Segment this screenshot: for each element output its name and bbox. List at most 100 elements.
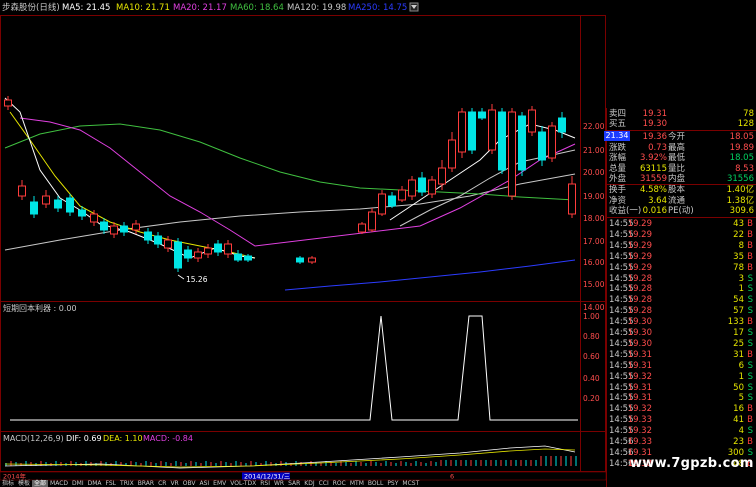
candle-body <box>18 185 26 197</box>
tick-price: 19.28 <box>627 284 652 295</box>
tick-price: 19.33 <box>627 437 652 447</box>
quote-value-2: 18.05 <box>729 153 754 163</box>
tick-price: 19.31 <box>627 382 652 393</box>
tick-volume: 1 <box>738 371 744 382</box>
tick-price: 19.31 <box>627 360 652 371</box>
indicator-tab-20[interactable]: ROC <box>331 480 348 487</box>
tick-price: 19.32 <box>627 426 652 437</box>
window-controls[interactable] <box>409 2 419 12</box>
ma60-label: MA60: 18.64 <box>230 3 284 13</box>
tick-price: 19.31 <box>627 349 652 360</box>
tick-volume: 43 <box>733 219 744 229</box>
candle-body <box>30 201 38 215</box>
macd-dif: DIF: 0.69 <box>66 434 102 443</box>
indicator-tab-18[interactable]: KDJ <box>302 480 316 487</box>
tick-row: 14:56 19.33 23 B <box>606 437 756 448</box>
macd-value: MACD: -0.84 <box>143 434 193 443</box>
quote-label: 总量 <box>609 163 627 174</box>
tick-volume: 8 <box>738 240 744 251</box>
price-axis-label: 19.00 <box>583 192 605 201</box>
ma10-label: MA10: 21.71 <box>116 3 170 13</box>
tick-side: B <box>747 437 753 447</box>
panel-frames <box>0 15 606 472</box>
tick-side: B <box>747 219 753 229</box>
tick-price: 19.29 <box>627 240 652 251</box>
quote-row: 涨幅 3.92% 最低 18.05 <box>606 153 756 164</box>
indicator-tab-8[interactable]: BRAR <box>136 480 156 487</box>
quote-value-2: 309.6 <box>729 206 754 216</box>
indicator-tab-12[interactable]: ASI <box>197 480 211 487</box>
indicator-tab-24[interactable]: MCST <box>400 480 421 487</box>
quote-value: 19.30 <box>642 119 667 129</box>
quote-label: 收益(一) <box>609 206 642 216</box>
quote-value: 4.58% <box>639 185 667 195</box>
tick-volume: 31 <box>733 349 744 360</box>
tick-row: 14:55 19.29 43 B <box>606 219 756 230</box>
price-axis-label: 16.00 <box>583 258 605 267</box>
indicator-tab-22[interactable]: BOLL <box>366 480 385 487</box>
tick-price: 19.31 <box>627 393 652 404</box>
tick-volume: 78 <box>733 262 744 273</box>
indicator1-line <box>10 315 578 421</box>
candle-body <box>110 225 118 235</box>
tick-price: 19.29 <box>627 251 652 262</box>
candle-body <box>528 109 536 133</box>
candle-body <box>214 243 222 253</box>
tick-price: 19.32 <box>627 371 652 382</box>
tick-price: 19.30 <box>627 338 652 349</box>
quote-panel: 卖四19.3178买五19.30128现价19.36今开18.05涨跌0.73最… <box>606 0 756 487</box>
candle-body <box>558 117 566 133</box>
indicator-tab-15[interactable]: RSI <box>258 480 272 487</box>
low-marker-pointer <box>177 274 185 280</box>
quote-row: 收益(一) 0.016 PE(动) 309.6 <box>606 206 756 217</box>
tick-side: S <box>747 338 753 349</box>
quote-value: 3.92% <box>639 153 667 163</box>
macd-dea: DEA: 1.10 <box>103 434 143 443</box>
indicator-tab-9[interactable]: CR <box>156 480 168 487</box>
tick-side: S <box>747 426 753 437</box>
candle-body <box>78 209 86 217</box>
quote-label-2: 内盘 <box>668 174 686 184</box>
quote-label-2: 今开 <box>668 132 686 142</box>
kline-chart[interactable]: 步森股份(日线) MA5: 21.45 MA10: 21.71 MA20: 21… <box>0 0 606 487</box>
indicator-tab-10[interactable]: VR <box>168 480 180 487</box>
tick-side: S <box>747 360 753 371</box>
indicator-tab-0[interactable]: 指标 <box>0 480 16 487</box>
price-axis-label: 18.00 <box>583 214 605 223</box>
indicator-tab-11[interactable]: OBV <box>181 480 198 487</box>
tick-side: B <box>747 229 753 240</box>
indicator-tab-21[interactable]: MTM <box>348 480 366 487</box>
candle-body <box>224 243 232 255</box>
candle-body <box>498 111 506 171</box>
indicator-tab-5[interactable]: DMA <box>86 480 104 487</box>
candle-body <box>518 115 526 171</box>
indicator-tab-19[interactable]: CCI <box>317 480 331 487</box>
indicator-tab-23[interactable]: PSY <box>385 480 400 487</box>
tick-side: B <box>747 317 753 328</box>
indicator-tab-17[interactable]: SAR <box>286 480 302 487</box>
tick-row: 14:55 19.29 35 B <box>606 252 756 263</box>
indicator-tab-6[interactable]: FSL <box>104 480 119 487</box>
tick-row: 14:55 19.32 4 S <box>606 426 756 437</box>
indicator-tab-16[interactable]: WR <box>272 480 286 487</box>
candle-body <box>458 111 466 153</box>
indicator-tab-13[interactable]: EMV <box>211 480 228 487</box>
candle-body <box>194 251 202 259</box>
candle-body <box>54 199 62 209</box>
indicator-tab-7[interactable]: TRIX <box>118 480 136 487</box>
indicator-tab-2[interactable]: 全部 <box>32 480 49 487</box>
indicator-tab-14[interactable]: VOL-TDX <box>228 480 258 487</box>
price-axis-label: 14.00 <box>583 303 605 312</box>
indicator-tab-1[interactable]: 模板 <box>16 480 32 487</box>
quote-label: 换手 <box>609 185 627 195</box>
indicator-tab-4[interactable]: DMI <box>70 480 86 487</box>
tick-price: 19.28 <box>627 295 652 306</box>
indicator-tab-3[interactable]: MACD <box>48 480 70 487</box>
ma5-line <box>4 97 256 259</box>
tick-side: B <box>747 251 753 262</box>
candlesticks <box>4 96 576 272</box>
ma120-label: MA120: 19.98 <box>287 3 346 13</box>
ma250-label: MA250: 14.75 <box>348 3 407 13</box>
tick-row: 14:55 19.28 3 S <box>606 274 756 285</box>
candle-body <box>568 183 576 215</box>
